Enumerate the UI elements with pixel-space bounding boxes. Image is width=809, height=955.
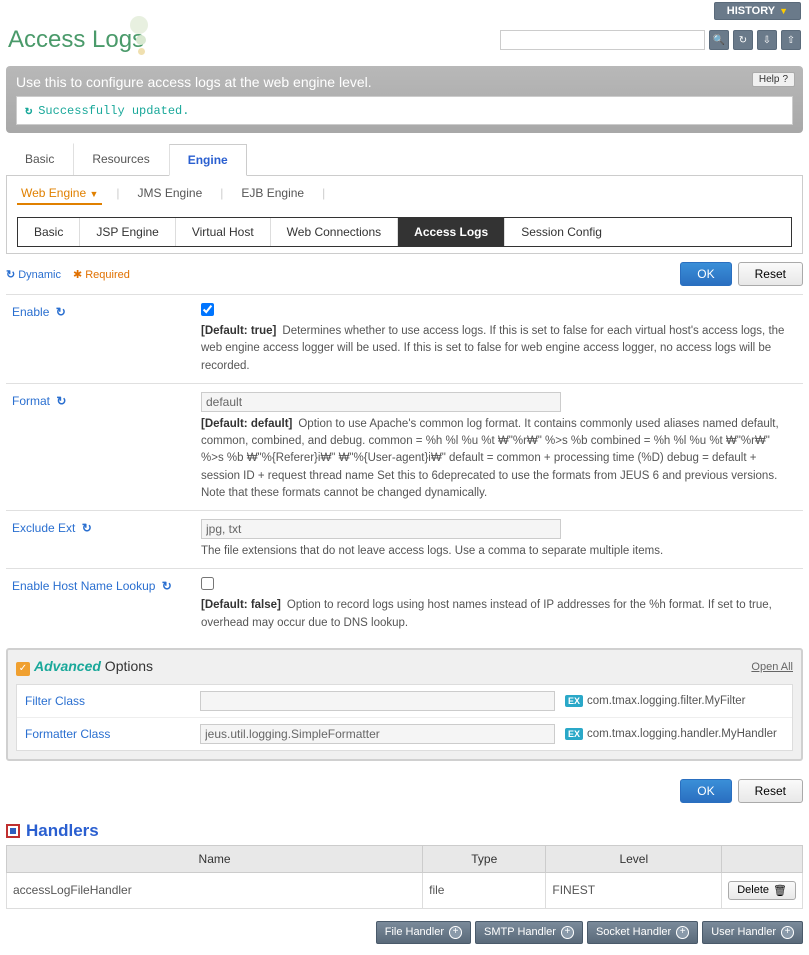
history-button[interactable]: HISTORY ▼: [714, 2, 801, 20]
smtp-handler-button[interactable]: SMTP Handler+: [475, 921, 583, 944]
tab-engine[interactable]: Engine: [169, 144, 247, 176]
advanced-options: ✓Advanced Options Open All Filter Class …: [6, 648, 803, 761]
col-name: Name: [7, 845, 423, 872]
enable-desc: Determines whether to use access logs. I…: [201, 325, 784, 372]
user-handler-button[interactable]: User Handler+: [702, 921, 803, 944]
tab-basic[interactable]: Basic: [6, 143, 73, 175]
hostlookup-desc: Option to record logs using host names i…: [201, 599, 772, 628]
subnav-ejb-engine[interactable]: EJB Engine: [237, 186, 308, 205]
format-default: [Default: default]: [201, 418, 292, 430]
plus-icon: +: [561, 926, 574, 939]
formatter-class-input[interactable]: [200, 724, 555, 744]
dynamic-icon: ↻: [162, 579, 172, 593]
subtab-web-connections[interactable]: Web Connections: [271, 218, 399, 246]
shield-icon: ✓: [16, 662, 30, 676]
help-icon: ?: [782, 74, 788, 85]
socket-handler-button[interactable]: Socket Handler+: [587, 921, 698, 944]
config-banner: Use this to configure access logs at the…: [6, 66, 803, 133]
enable-label: Enable ↻: [6, 303, 201, 375]
enable-default: [Default: true]: [201, 325, 276, 337]
format-label: Format ↻: [6, 392, 201, 502]
export-xml-icon[interactable]: ⇧: [781, 30, 801, 50]
status-message: Successfully updated.: [16, 96, 793, 125]
dynamic-icon: ↻: [56, 394, 66, 408]
history-label: HISTORY: [727, 5, 775, 17]
dropdown-icon: ▼: [90, 189, 99, 199]
hostlookup-label: Enable Host Name Lookup ↻: [6, 577, 201, 632]
plus-icon: +: [781, 926, 794, 939]
ok-button-bottom[interactable]: OK: [680, 779, 731, 803]
search-icon[interactable]: 🔍: [709, 30, 729, 50]
exclude-ext-desc: The file extensions that do not leave ac…: [201, 543, 795, 560]
banner-text: Use this to configure access logs at the…: [16, 74, 793, 90]
reset-button[interactable]: Reset: [738, 262, 803, 286]
dynamic-icon: ↻: [82, 521, 92, 535]
legend-dynamic: Dynamic: [6, 268, 61, 281]
decoration-dots: [130, 16, 165, 51]
subnav-jms-engine[interactable]: JMS Engine: [134, 186, 207, 205]
hostlookup-default: [Default: false]: [201, 599, 281, 611]
filter-class-input[interactable]: [200, 691, 555, 711]
search-input[interactable]: [500, 30, 705, 50]
main-tabs: Basic Resources Engine: [6, 143, 803, 176]
cell-type: file: [423, 872, 546, 908]
plus-icon: +: [449, 926, 462, 939]
exclude-ext-label: Exclude Ext ↻: [6, 519, 201, 560]
page-title: Access Logs: [8, 26, 144, 54]
filter-class-example: com.tmax.logging.filter.MyFilter: [587, 695, 746, 707]
exclude-ext-input[interactable]: [201, 519, 561, 539]
plus-icon: +: [676, 926, 689, 939]
open-all-link[interactable]: Open All: [751, 661, 793, 673]
dynamic-icon: ↻: [56, 305, 66, 319]
subtab-access-logs[interactable]: Access Logs: [398, 218, 505, 246]
file-handler-button[interactable]: File Handler+: [376, 921, 471, 944]
example-badge: EX: [565, 728, 583, 740]
trash-icon: 🗑: [773, 884, 787, 897]
cell-name: accessLogFileHandler: [7, 872, 423, 908]
tab-resources[interactable]: Resources: [73, 143, 168, 175]
ok-button[interactable]: OK: [680, 262, 731, 286]
enable-checkbox[interactable]: [201, 303, 214, 316]
refresh-icon[interactable]: ↻: [733, 30, 753, 50]
subtab-virtual-host[interactable]: Virtual Host: [176, 218, 271, 246]
advanced-title: ✓Advanced Options: [16, 658, 153, 676]
handlers-table: Name Type Level accessLogFileHandler fil…: [6, 845, 803, 909]
help-button[interactable]: Help ?: [752, 72, 795, 87]
subtab-basic[interactable]: Basic: [18, 218, 80, 246]
format-input[interactable]: [201, 392, 561, 412]
filter-class-label: Filter Class: [25, 694, 200, 708]
table-row: accessLogFileHandler file FINEST Delete …: [7, 872, 803, 908]
formatter-class-example: com.tmax.logging.handler.MyHandler: [587, 728, 777, 740]
sub-nav: Web Engine ▼ | JMS Engine | EJB Engine |…: [6, 176, 803, 254]
reset-button-bottom[interactable]: Reset: [738, 779, 803, 803]
legend-required: Required: [73, 268, 130, 281]
hostlookup-checkbox[interactable]: [201, 577, 214, 590]
handlers-icon: [6, 824, 20, 838]
delete-button[interactable]: Delete 🗑: [728, 881, 796, 900]
subtab-session-config[interactable]: Session Config: [505, 218, 618, 246]
cell-level: FINEST: [546, 872, 722, 908]
chevron-down-icon: ▼: [779, 6, 788, 16]
help-label: Help: [759, 74, 780, 85]
col-level: Level: [546, 845, 722, 872]
example-badge: EX: [565, 695, 583, 707]
subtab-jsp-engine[interactable]: JSP Engine: [80, 218, 176, 246]
subnav-web-engine[interactable]: Web Engine ▼: [17, 186, 102, 205]
import-xml-icon[interactable]: ⇩: [757, 30, 777, 50]
col-type: Type: [423, 845, 546, 872]
formatter-class-label: Formatter Class: [25, 727, 200, 741]
handlers-title: Handlers: [6, 821, 803, 841]
